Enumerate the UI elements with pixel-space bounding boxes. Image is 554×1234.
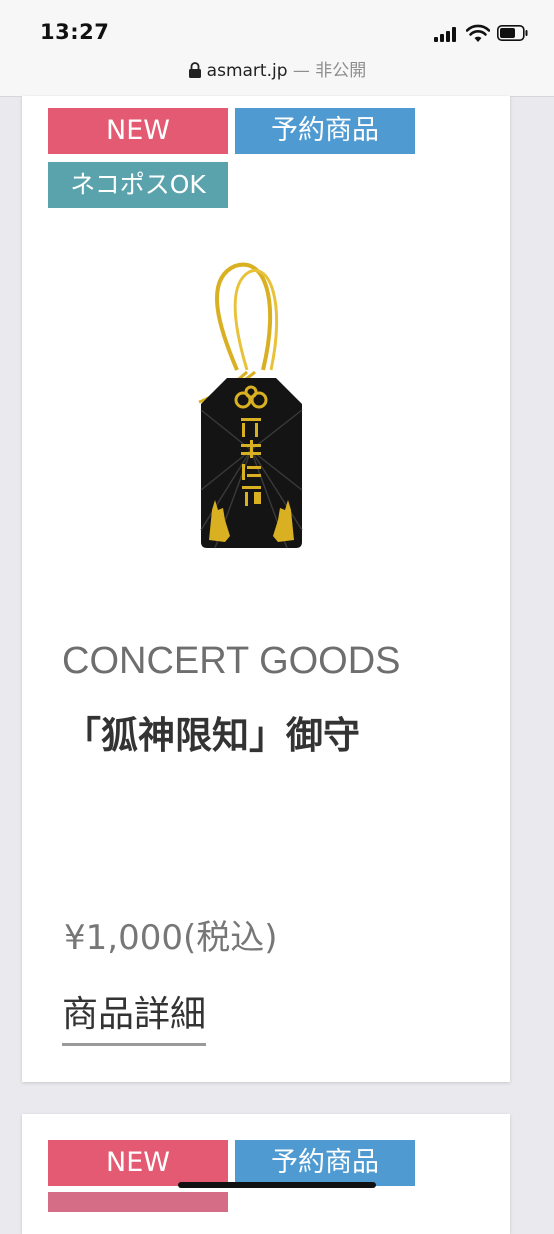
omamori-charm-image[interactable] <box>185 260 310 552</box>
address-bar[interactable]: asmart.jp — 非公開 <box>0 58 554 97</box>
cellular-signal-icon <box>434 27 458 42</box>
url-text: asmart.jp <box>206 61 288 81</box>
new-badge: NEW <box>48 108 228 154</box>
product-card[interactable]: NEW 予約商品 ネコポスOK CONCERT GOODS 「狐神限知」御守 ¥… <box>22 96 510 1082</box>
preorder-badge: 予約商品 <box>235 108 415 154</box>
next-extra-badge <box>48 1192 228 1212</box>
lock-icon <box>188 61 201 78</box>
product-category: CONCERT GOODS <box>62 640 401 682</box>
next-new-badge: NEW <box>48 1140 228 1186</box>
status-bar: 13:27 <box>0 0 554 58</box>
wifi-icon <box>466 24 490 42</box>
next-product-card[interactable]: NEW 予約商品 <box>22 1114 510 1234</box>
battery-icon <box>497 25 528 41</box>
product-details-link[interactable]: 商品詳細 <box>62 985 207 1046</box>
url-privacy-label: — 非公開 <box>287 61 367 81</box>
next-preorder-badge: 予約商品 <box>235 1140 415 1186</box>
product-price: ¥1,000(税込) <box>64 918 278 958</box>
nekopos-badge: ネコポスOK <box>48 162 228 208</box>
home-indicator[interactable] <box>178 1182 376 1188</box>
product-name[interactable]: 「狐神限知」御守 <box>64 705 360 759</box>
status-time: 13:27 <box>40 20 110 44</box>
